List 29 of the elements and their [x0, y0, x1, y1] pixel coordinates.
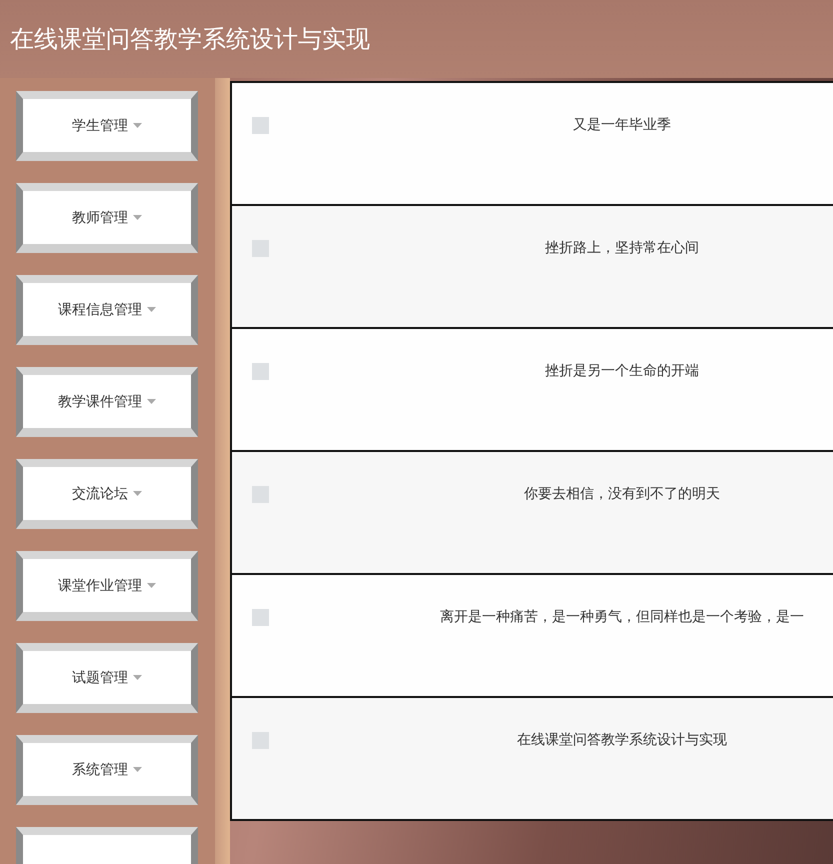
- caret-icon: [147, 583, 156, 588]
- table-cell: 挫折路上，坚持常在心间: [545, 239, 699, 257]
- caret-icon: [133, 215, 142, 220]
- row-checkbox[interactable]: [252, 117, 269, 134]
- menu-button[interactable]: 学生管理: [16, 91, 198, 161]
- caret-icon: [147, 307, 156, 312]
- menu-button[interactable]: 系统管理: [16, 735, 198, 805]
- row-checkbox[interactable]: [252, 240, 269, 257]
- table-cell: 在线课堂问答教学系统设计与实现: [517, 731, 727, 749]
- app-title: 在线课堂问答教学系统设计与实现: [10, 24, 370, 55]
- menu-button[interactable]: 教学课件管理: [16, 367, 198, 437]
- row-checkbox[interactable]: [252, 486, 269, 503]
- table-cell: 挫折是另一个生命的开端: [545, 362, 699, 380]
- caret-icon: [133, 675, 142, 680]
- caret-icon: [133, 767, 142, 772]
- row-checkbox[interactable]: [252, 609, 269, 626]
- caret-icon: [147, 399, 156, 404]
- table-cell: 你要去相信，没有到不了的明天: [524, 485, 720, 503]
- table-cell: 又是一年毕业季: [573, 116, 671, 134]
- menu-button[interactable]: 试题管理: [16, 643, 198, 713]
- menu-button[interactable]: 交流论坛: [16, 459, 198, 529]
- caret-icon: [133, 123, 142, 128]
- menu-button[interactable]: 教师管理: [16, 183, 198, 253]
- menu-button[interactable]: 课程信息管理: [16, 275, 198, 345]
- caret-icon: [133, 491, 142, 496]
- row-checkbox[interactable]: [252, 732, 269, 749]
- menu-button[interactable]: 课堂作业管理: [16, 551, 198, 621]
- row-checkbox[interactable]: [252, 363, 269, 380]
- table-cell: 离开是一种痛苦，是一种勇气，但同样也是一个考验，是一: [440, 608, 804, 626]
